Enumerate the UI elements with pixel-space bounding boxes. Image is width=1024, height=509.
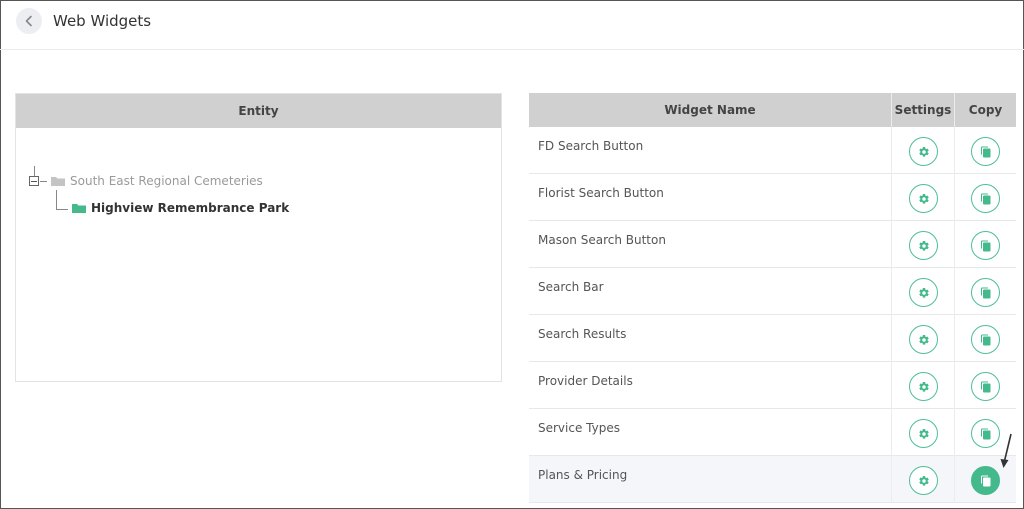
- table-header: Widget Name Settings Copy: [529, 93, 1016, 127]
- table-row: Search Bar: [529, 268, 1016, 315]
- copy-icon: [980, 381, 990, 392]
- copy-icon: [980, 240, 990, 251]
- copy-button[interactable]: [971, 184, 1000, 213]
- table-row: Mason Search Button: [529, 221, 1016, 268]
- copy-icon: [980, 287, 990, 298]
- table-row: Florist Search Button: [529, 174, 1016, 221]
- column-divider: [891, 174, 892, 221]
- widget-name: Search Results: [538, 327, 627, 341]
- chevron-left-icon: [25, 15, 32, 27]
- copy-button[interactable]: [971, 372, 1000, 401]
- gear-icon: [918, 475, 929, 486]
- settings-button[interactable]: [909, 372, 938, 401]
- table-row: Plans & Pricing: [529, 456, 1016, 503]
- folder-icon: [51, 177, 65, 186]
- copy-button[interactable]: [971, 231, 1000, 260]
- column-divider: [954, 268, 955, 315]
- column-header-copy: Copy: [968, 103, 1003, 117]
- copy-button[interactable]: [971, 466, 1000, 495]
- copy-icon: [980, 193, 990, 204]
- widget-name: FD Search Button: [538, 139, 644, 153]
- widgets-table: Widget Name Settings Copy FD Search Butt…: [529, 93, 1016, 509]
- table-row: Search Results: [529, 315, 1016, 362]
- widget-name: Mason Search Button: [538, 233, 666, 247]
- column-divider: [891, 362, 892, 409]
- gear-icon: [918, 146, 929, 157]
- gear-icon: [918, 428, 929, 439]
- settings-button[interactable]: [909, 419, 938, 448]
- column-divider: [954, 221, 955, 268]
- column-divider: [891, 315, 892, 362]
- gear-icon: [918, 334, 929, 345]
- copy-button[interactable]: [971, 137, 1000, 166]
- widget-name: Florist Search Button: [538, 186, 664, 200]
- column-divider: [954, 456, 955, 503]
- column-header-settings: Settings: [894, 103, 952, 117]
- column-header-widget-name: Widget Name: [664, 103, 756, 117]
- entity-panel-heading: Entity: [16, 94, 501, 128]
- gear-icon: [918, 240, 929, 251]
- column-divider: [891, 409, 892, 456]
- copy-icon: [980, 475, 990, 486]
- gear-icon: [918, 287, 929, 298]
- column-divider: [954, 409, 955, 456]
- tree-collapse-toggle[interactable]: [29, 176, 39, 186]
- settings-button[interactable]: [909, 325, 938, 354]
- copy-icon: [980, 334, 990, 345]
- settings-button[interactable]: [909, 278, 938, 307]
- widget-name: Service Types: [538, 421, 620, 435]
- widget-name: Search Bar: [538, 280, 604, 294]
- column-divider: [891, 268, 892, 315]
- column-divider: [954, 174, 955, 221]
- gear-icon: [918, 193, 929, 204]
- settings-button[interactable]: [909, 184, 938, 213]
- tree-connector: [40, 181, 47, 182]
- widget-name: Plans & Pricing: [538, 468, 628, 482]
- entity-tree: South East Regional Cemeteries Highview …: [16, 128, 501, 383]
- settings-button[interactable]: [909, 466, 938, 495]
- back-button[interactable]: [16, 8, 42, 34]
- tree-connector: [34, 166, 35, 176]
- column-divider: [954, 127, 955, 174]
- column-divider: [891, 127, 892, 174]
- page-title: Web Widgets: [53, 12, 152, 30]
- gear-icon: [918, 381, 929, 392]
- widget-name: Provider Details: [538, 374, 633, 388]
- table-row: FD Search Button: [529, 127, 1016, 174]
- page-header: Web Widgets: [0, 0, 1024, 50]
- tree-connector: [56, 209, 68, 210]
- column-divider: [954, 362, 955, 409]
- table-row: Service Types: [529, 409, 1016, 456]
- entity-panel: Entity South East Regional Cemeteries Hi…: [15, 93, 502, 382]
- tree-node-child[interactable]: Highview Remembrance Park: [91, 201, 289, 215]
- copy-icon: [980, 146, 990, 157]
- pointer-arrow-icon: [1000, 433, 1012, 468]
- tree-node-root[interactable]: South East Regional Cemeteries: [70, 174, 263, 188]
- copy-icon: [980, 428, 990, 439]
- table-row: Provider Details: [529, 362, 1016, 409]
- copy-button[interactable]: [971, 278, 1000, 307]
- column-divider: [954, 315, 955, 362]
- copy-button[interactable]: [971, 325, 1000, 354]
- folder-icon: [72, 204, 86, 213]
- tree-connector: [56, 190, 57, 209]
- copy-button[interactable]: [971, 419, 1000, 448]
- column-divider: [891, 221, 892, 268]
- settings-button[interactable]: [909, 137, 938, 166]
- settings-button[interactable]: [909, 231, 938, 260]
- column-divider: [891, 456, 892, 503]
